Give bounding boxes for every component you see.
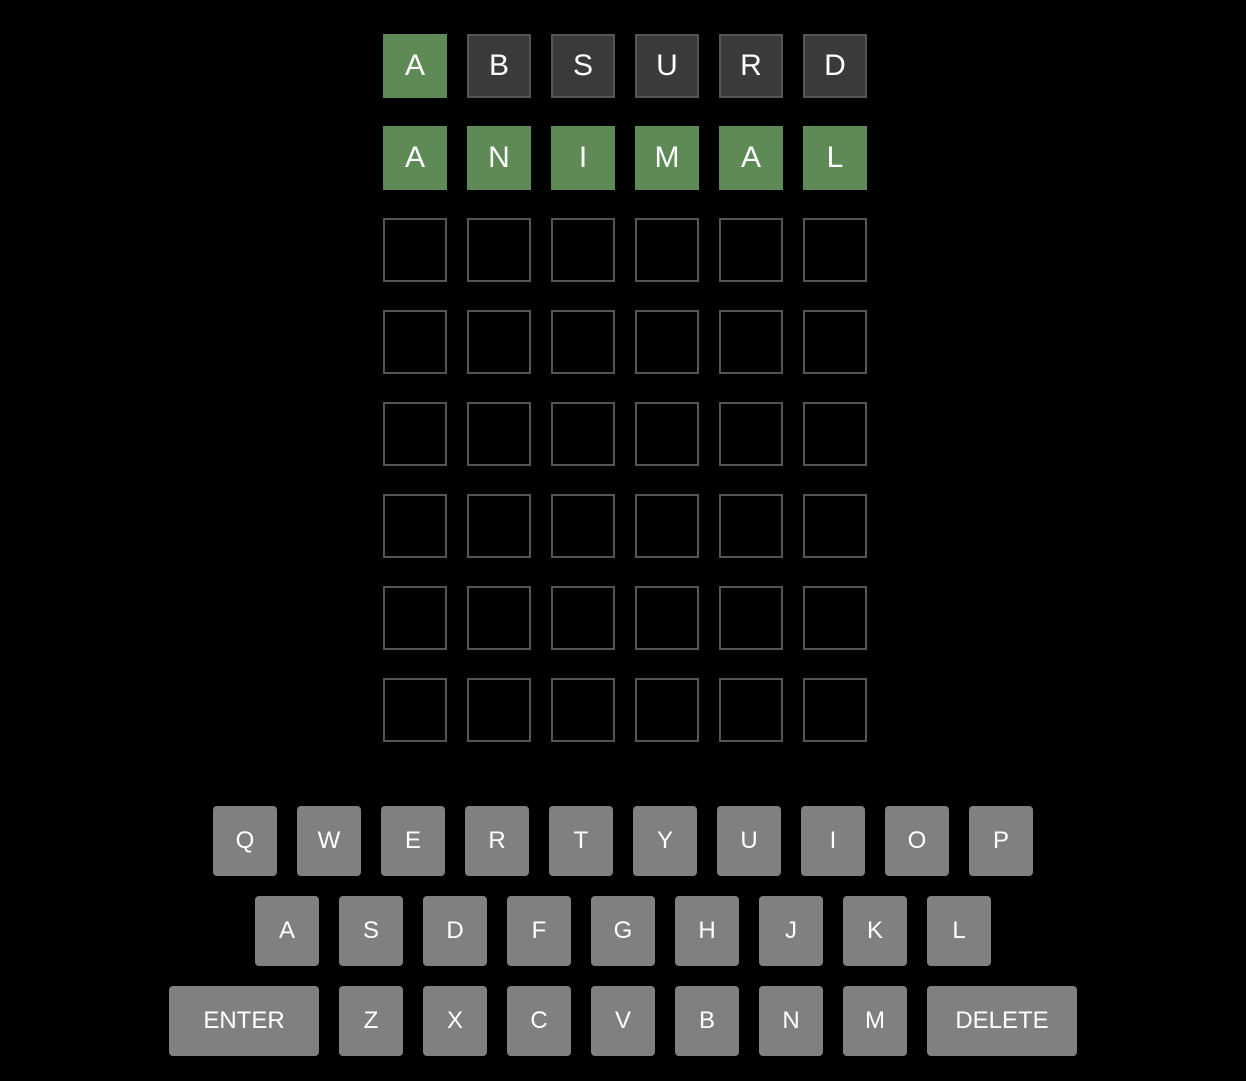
letter-tile [467,218,531,282]
letter-tile [719,402,783,466]
key-t[interactable]: T [549,806,613,876]
key-e[interactable]: E [381,806,445,876]
letter-tile [635,678,699,742]
letter-tile [803,494,867,558]
letter-tile: A [719,126,783,190]
letter-tile: S [551,34,615,98]
board-row [383,218,867,282]
letter-tile: R [719,34,783,98]
letter-tile [383,494,447,558]
letter-tile: M [635,126,699,190]
key-u[interactable]: U [717,806,781,876]
key-s[interactable]: S [339,896,403,966]
letter-tile [383,402,447,466]
letter-tile [803,218,867,282]
letter-tile: D [803,34,867,98]
letter-tile [467,402,531,466]
letter-tile [635,402,699,466]
letter-tile [635,586,699,650]
letter-tile [383,218,447,282]
board-row [383,494,867,558]
board-row: ABSURD [383,34,867,98]
key-w[interactable]: W [297,806,361,876]
key-b[interactable]: B [675,986,739,1056]
letter-tile: N [467,126,531,190]
letter-tile [635,218,699,282]
key-v[interactable]: V [591,986,655,1056]
letter-tile [551,402,615,466]
letter-tile [635,494,699,558]
key-q[interactable]: Q [213,806,277,876]
key-o[interactable]: O [885,806,949,876]
letter-tile [803,402,867,466]
board-row [383,586,867,650]
key-f[interactable]: F [507,896,571,966]
letter-tile [719,586,783,650]
letter-tile [467,586,531,650]
letter-tile [383,586,447,650]
key-m[interactable]: M [843,986,907,1056]
letter-tile [635,310,699,374]
letter-tile [803,678,867,742]
key-z[interactable]: Z [339,986,403,1056]
key-h[interactable]: H [675,896,739,966]
key-i[interactable]: I [801,806,865,876]
key-c[interactable]: C [507,986,571,1056]
enter-key[interactable]: ENTER [169,986,319,1056]
letter-tile [383,678,447,742]
key-k[interactable]: K [843,896,907,966]
board-row [383,402,867,466]
letter-tile [467,310,531,374]
keyboard-row: QWERTYUIOP [0,806,1246,876]
letter-tile: A [383,34,447,98]
key-l[interactable]: L [927,896,991,966]
letter-tile [551,494,615,558]
letter-tile [551,218,615,282]
letter-tile [551,586,615,650]
board-row [383,310,867,374]
key-p[interactable]: P [969,806,1033,876]
letter-tile: I [551,126,615,190]
letter-tile [551,310,615,374]
letter-tile [719,218,783,282]
key-r[interactable]: R [465,806,529,876]
key-x[interactable]: X [423,986,487,1056]
letter-tile [467,494,531,558]
letter-tile [383,310,447,374]
letter-tile: A [383,126,447,190]
letter-tile: B [467,34,531,98]
key-d[interactable]: D [423,896,487,966]
keyboard-row: ASDFGHJKL [0,896,1246,966]
keyboard-row: ENTER Z X C V B N M DELETE [0,986,1246,1056]
game-board: ABSURDANIMAL [383,34,867,770]
board-row [383,678,867,742]
letter-tile [719,494,783,558]
key-j[interactable]: J [759,896,823,966]
letter-tile: U [635,34,699,98]
key-y[interactable]: Y [633,806,697,876]
delete-key[interactable]: DELETE [927,986,1077,1056]
letter-tile [719,678,783,742]
key-n[interactable]: N [759,986,823,1056]
board-row: ANIMAL [383,126,867,190]
letter-tile: L [803,126,867,190]
letter-tile [719,310,783,374]
letter-tile [467,678,531,742]
letter-tile [803,586,867,650]
key-a[interactable]: A [255,896,319,966]
key-g[interactable]: G [591,896,655,966]
on-screen-keyboard: Q W E R T Y U I O P A S D F G H J K L ENTER Z X C V B N M DELETE [0,806,1246,1076]
letter-tile [803,310,867,374]
letter-tile [551,678,615,742]
